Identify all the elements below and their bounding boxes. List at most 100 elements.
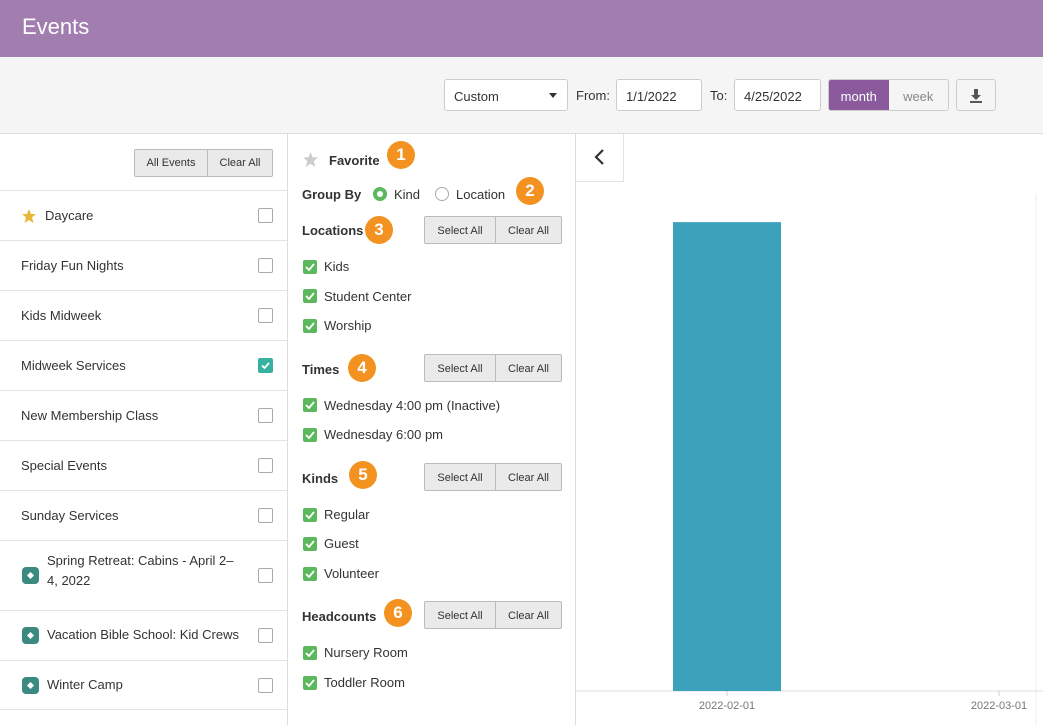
times-actions: Select All Clear All <box>424 354 562 382</box>
time-wed-6pm-checkbox[interactable] <box>303 428 317 442</box>
ticket-icon <box>22 677 39 694</box>
location-kids-checkbox[interactable] <box>303 260 317 274</box>
location-student-center-checkbox[interactable] <box>303 289 317 303</box>
event-label: Midweek Services <box>21 358 126 373</box>
group-by-location-label: Location <box>456 187 506 202</box>
star-icon <box>22 209 36 223</box>
event-checkbox[interactable] <box>258 458 273 473</box>
favorite-label: Favorite <box>329 153 380 168</box>
event-row-daycare[interactable]: Daycare <box>0 190 287 240</box>
group-by-kind-label: Kind <box>394 187 421 202</box>
headcount-toddler-checkbox[interactable] <box>303 676 317 690</box>
headcounts-select-all-button[interactable]: Select All <box>425 602 495 628</box>
kind-volunteer-checkbox[interactable] <box>303 567 317 581</box>
week-view-button[interactable]: week <box>888 80 948 110</box>
location-kids-label: Kids <box>324 259 350 274</box>
event-label: Sunday Services <box>21 508 119 523</box>
check-icon <box>261 362 270 370</box>
time-wed-6pm-label: Wednesday 6:00 pm <box>324 427 443 442</box>
location-worship-checkbox[interactable] <box>303 319 317 333</box>
kind-regular-label: Regular <box>324 507 370 522</box>
event-row-friday-fun-nights[interactable]: Friday Fun Nights <box>0 240 287 290</box>
locations-clear-all-button[interactable]: Clear All <box>495 217 561 243</box>
time-wed-4pm-checkbox[interactable] <box>303 398 317 412</box>
event-label: New Membership Class <box>21 408 159 423</box>
kinds-clear-all-button[interactable]: Clear All <box>495 464 561 490</box>
event-label-line2: 4, 2022 <box>47 573 91 588</box>
times-title: Times <box>302 362 340 377</box>
event-checkbox[interactable] <box>258 628 273 643</box>
group-by-location-radio[interactable] <box>435 187 449 201</box>
clear-all-events-button[interactable]: Clear All <box>207 150 272 176</box>
event-row-spring-retreat[interactable]: Spring Retreat: Cabins - April 2– 4, 202… <box>0 540 287 610</box>
event-label: Kids Midweek <box>21 308 102 323</box>
from-label: From: <box>576 88 610 103</box>
from-date-input[interactable]: 1/1/2022 <box>616 79 702 111</box>
event-row-sunday-services[interactable]: Sunday Services <box>0 490 287 540</box>
event-checkbox-checked[interactable] <box>258 358 273 373</box>
date-range-value: Custom <box>454 89 499 104</box>
toolbar: Custom From: 1/1/2022 To: 4/25/2022 mont… <box>0 57 1043 134</box>
date-range-select[interactable]: Custom <box>444 79 568 111</box>
times-clear-all-button[interactable]: Clear All <box>495 355 561 381</box>
all-events-button[interactable]: All Events <box>135 150 207 176</box>
group-by-kind-radio[interactable] <box>373 187 387 201</box>
headcounts-clear-all-button[interactable]: Clear All <box>495 602 561 628</box>
locations-select-all-button[interactable]: Select All <box>425 217 495 243</box>
step-badge-3: 3 <box>365 216 393 244</box>
month-view-button[interactable]: month <box>829 80 889 110</box>
headcount-nursery-checkbox[interactable] <box>303 646 317 660</box>
event-label: Winter Camp <box>47 677 123 692</box>
to-date-input[interactable]: 4/25/2022 <box>734 79 821 111</box>
location-student-center-label: Student Center <box>324 289 412 304</box>
times-select-all-button[interactable]: Select All <box>425 355 495 381</box>
event-row-winter-camp[interactable]: Winter Camp <box>0 660 287 710</box>
download-icon <box>970 89 982 103</box>
event-checkbox[interactable] <box>258 308 273 323</box>
event-row-new-membership-class[interactable]: New Membership Class <box>0 390 287 440</box>
step-badge-1: 1 <box>387 141 415 169</box>
event-checkbox[interactable] <box>258 208 273 223</box>
headcount-toddler-label: Toddler Room <box>324 675 405 690</box>
filters-panel: Favorite 1 Group By Kind Location 2 Loca… <box>288 134 576 725</box>
x-tick-label-1: 2022-03-01 <box>971 700 1027 712</box>
to-label: To: <box>710 88 728 103</box>
kinds-select-all-button[interactable]: Select All <box>425 464 495 490</box>
kinds-title: Kinds <box>302 471 339 486</box>
event-row-special-events[interactable]: Special Events <box>0 440 287 490</box>
locations-actions: Select All Clear All <box>424 216 562 244</box>
view-mode-toggle: month week <box>828 79 949 111</box>
headcounts-title: Headcounts <box>302 609 377 624</box>
event-checkbox[interactable] <box>258 258 273 273</box>
kind-guest-label: Guest <box>324 536 359 551</box>
kind-volunteer-label: Volunteer <box>324 566 379 581</box>
bar-chart: 2022-02-01 2022-03-01 <box>576 194 1043 725</box>
event-checkbox[interactable] <box>258 568 273 583</box>
kind-regular-checkbox[interactable] <box>303 508 317 522</box>
chart-panel: 2022-02-01 2022-03-01 <box>576 134 1043 725</box>
event-checkbox[interactable] <box>258 408 273 423</box>
kind-guest-checkbox[interactable] <box>303 537 317 551</box>
group-by-label: Group By <box>302 187 362 202</box>
event-label: Vacation Bible School: Kid Crews <box>47 627 239 642</box>
locations-title: Locations <box>302 223 364 238</box>
event-row-kids-midweek[interactable]: Kids Midweek <box>0 290 287 340</box>
event-row-vacation-bible-school[interactable]: Vacation Bible School: Kid Crews <box>0 610 287 660</box>
event-checkbox[interactable] <box>258 678 273 693</box>
event-row-midweek-services[interactable]: Midweek Services <box>0 340 287 390</box>
chart-bar-0[interactable] <box>673 222 781 691</box>
event-checkbox[interactable] <box>258 508 273 523</box>
step-badge-2: 2 <box>516 177 544 205</box>
step-badge-4: 4 <box>348 354 376 382</box>
event-list-actions: All Events Clear All <box>134 149 273 177</box>
ticket-icon <box>22 627 39 644</box>
step-badge-5: 5 <box>349 461 377 489</box>
event-label-line1: Spring Retreat: Cabins - April 2– <box>47 553 234 568</box>
ticket-icon <box>22 567 39 584</box>
event-label: Special Events <box>21 458 107 473</box>
step-badge-6: 6 <box>384 599 412 627</box>
download-button[interactable] <box>956 79 996 111</box>
event-label: Friday Fun Nights <box>21 258 124 273</box>
favorite-star-icon[interactable] <box>302 151 319 168</box>
event-label: Daycare <box>45 208 94 223</box>
